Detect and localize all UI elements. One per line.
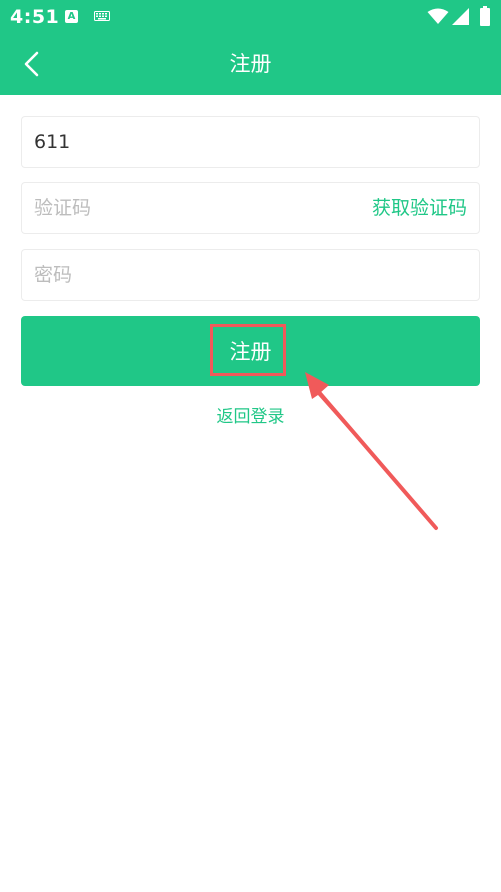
verification-code-input[interactable] [34,183,334,233]
password-field-container [21,249,480,301]
phone-input[interactable] [34,117,464,167]
get-code-button[interactable]: 获取验证码 [372,183,467,233]
wifi-icon [427,8,449,24]
code-field-container: 获取验证码 [21,182,480,234]
status-time: 4:51 [10,6,60,28]
back-to-login-link[interactable]: 返回登录 [0,402,501,427]
status-bar: 4:51 A [0,0,501,34]
back-button[interactable] [10,42,54,86]
page-title: 注册 [229,52,272,76]
signal-icon [452,8,469,25]
chevron-left-icon [24,51,39,77]
register-button[interactable]: 注册 [21,316,480,386]
keyboard-icon [94,11,110,21]
text-input-icon: A [65,10,78,23]
title-bar: 注册 [0,34,501,95]
battery-icon [480,6,490,26]
password-input[interactable] [34,250,464,300]
phone-field-container [21,116,480,168]
